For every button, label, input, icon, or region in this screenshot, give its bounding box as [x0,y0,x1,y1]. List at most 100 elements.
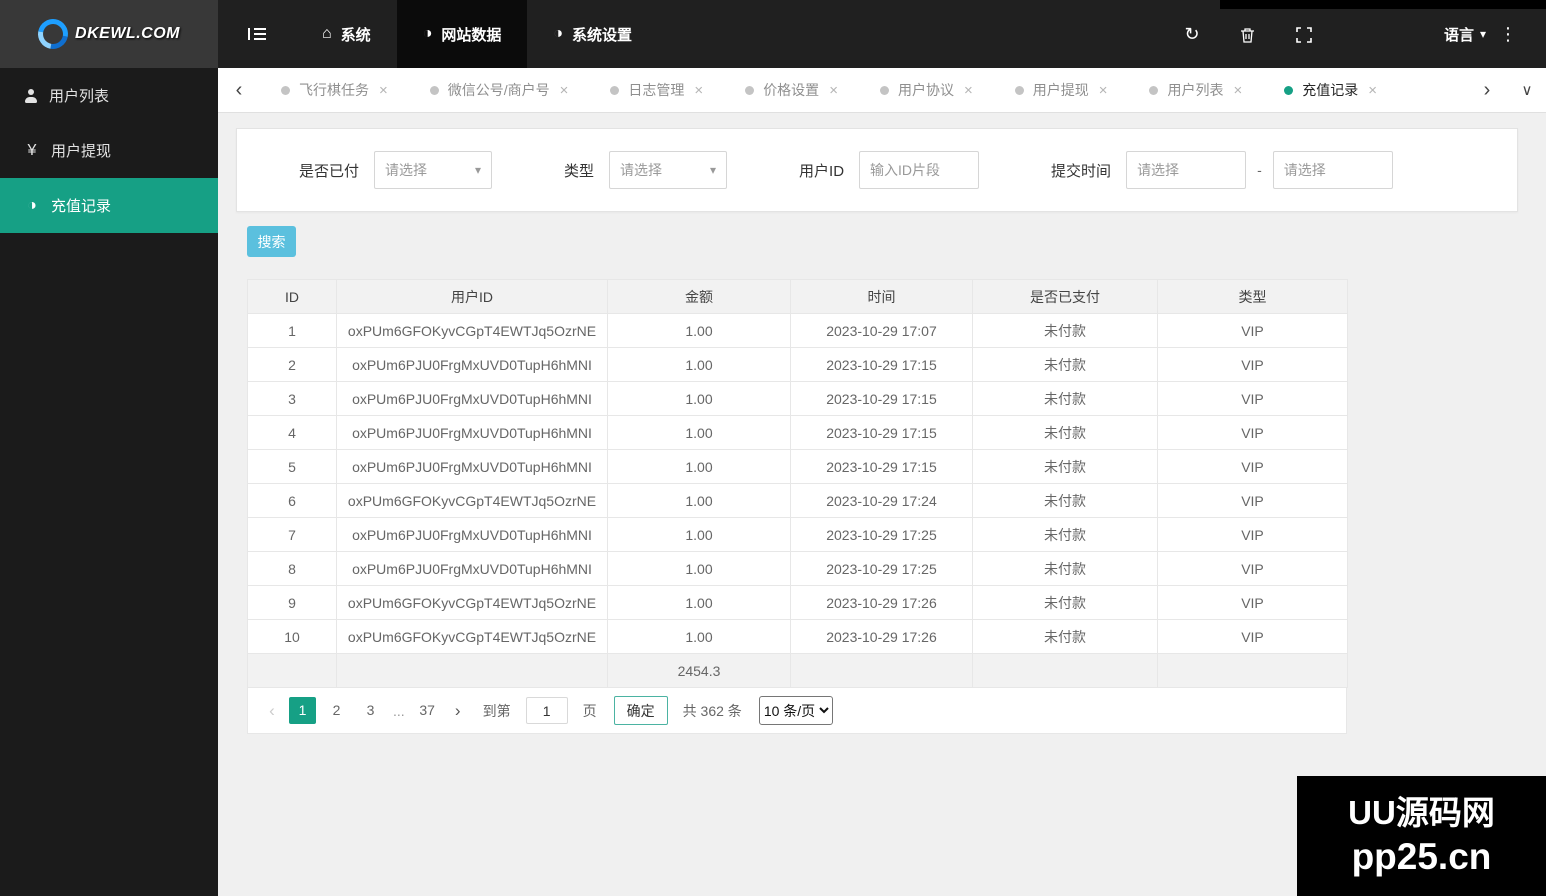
cell-user-id: oxPUm6GFOKyvCGpT4EWTJq5OzrNE [336,313,608,348]
goto-page-input[interactable] [525,697,568,724]
cell-time: 2023-10-29 17:24 [790,483,973,518]
fullscreen-icon[interactable] [1276,24,1332,45]
cell-amount: 1.00 [607,551,791,586]
tab-user-agreement[interactable]: 用户协议 × [859,68,994,112]
menu-toggle-button[interactable] [218,0,296,68]
paid-filter-select[interactable]: 请选择 ▾ [374,151,493,189]
tab-close-icon[interactable]: × [1233,82,1242,99]
tab-dot-icon [1014,85,1024,95]
cell-id: 9 [247,585,337,620]
sidebar-item-recharge-records[interactable]: ◑ 充值记录 [0,178,218,233]
tab-dot-icon [1284,85,1294,95]
tab-close-icon[interactable]: × [1099,82,1108,99]
table-total-row: 2454.3 [247,653,1348,688]
time-from-input[interactable] [1126,151,1247,189]
search-button[interactable]: 搜索 [247,226,296,257]
tab-scroll-right-button[interactable]: › [1466,79,1508,102]
table-row: 8 oxPUm6PJU0FrgMxUVD0TupH6hMNI 1.00 2023… [247,551,1348,586]
sidebar-item-label: 用户提现 [51,143,112,160]
tab-close-icon[interactable]: × [829,82,838,99]
paid-filter-label: 是否已付 [299,162,360,180]
cell-type: VIP [1157,517,1348,552]
page-button-2[interactable]: 2 [323,697,350,724]
nav-item-system-settings[interactable]: ◑ 系统设置 [527,0,658,68]
cell-type: VIP [1157,449,1348,484]
table-row: 5 oxPUm6PJU0FrgMxUVD0TupH6hMNI 1.00 2023… [247,449,1348,484]
cell-user-id: oxPUm6GFOKyvCGpT4EWTJq5OzrNE [336,619,608,654]
time-to-input[interactable] [1272,151,1393,189]
tab-dot-icon [1149,85,1159,95]
sidebar-item-user-list[interactable]: 用户列表 [0,68,218,123]
trash-icon[interactable] [1220,24,1276,45]
tab-wechat-merchant[interactable]: 微信公号/商户号 × [409,68,590,112]
cell-type: VIP [1157,585,1348,620]
total-amount: 2454.3 [607,653,791,688]
tab-dot-icon [879,85,889,95]
total-count-label: 共 362 条 [682,702,742,719]
cell-amount: 1.00 [607,347,791,382]
tab-price-settings[interactable]: 价格设置 × [724,68,859,112]
userid-filter-label: 用户ID [799,162,845,180]
table-row: 1 oxPUm6GFOKyvCGpT4EWTJq5OzrNE 1.00 2023… [247,313,1348,348]
half-circle-icon: ◑ [422,25,433,42]
tab-recharge-records[interactable]: 充值记录 × [1263,68,1398,112]
cell-paid-status: 未付款 [972,449,1158,484]
page-button-37[interactable]: 37 [414,697,441,724]
table-row: 2 oxPUm6PJU0FrgMxUVD0TupH6hMNI 1.00 2023… [247,347,1348,382]
tab-close-icon[interactable]: × [560,82,569,99]
tab-user-list[interactable]: 用户列表 × [1128,68,1263,112]
next-page-chevron-right-icon[interactable]: › [448,701,468,721]
nav-item-site-data[interactable]: ◑ 网站数据 [396,0,528,68]
cell-time: 2023-10-29 17:25 [790,517,973,552]
tab-close-icon[interactable]: × [694,82,703,99]
page-size-select[interactable]: 10 条/页 [758,696,833,725]
nav-item-system[interactable]: ⌂ 系统 [296,0,397,68]
cell-time: 2023-10-29 17:07 [790,313,973,348]
refresh-icon[interactable]: ↻ [1164,24,1220,45]
page-button-3[interactable]: 3 [357,697,384,724]
half-circle-icon: ◑ [553,25,564,42]
page-ellipsis: ... [393,702,405,719]
caret-down-icon: ▾ [710,163,717,177]
userid-filter-input[interactable] [859,151,980,189]
tab-list: 飞行棋任务 × 微信公号/商户号 × 日志管理 × 价格设置 × 用户协议 × … [260,68,1466,112]
cell-id: 1 [247,313,337,348]
sidebar-item-label: 充值记录 [51,198,112,215]
more-menu-icon[interactable]: ⋮ [1486,24,1530,45]
cell-amount: 1.00 [607,585,791,620]
type-filter-select[interactable]: 请选择 ▾ [609,151,728,189]
cell-amount: 1.00 [607,415,791,450]
cell-id: 4 [247,415,337,450]
cell-type: VIP [1157,483,1348,518]
cell-paid-status: 未付款 [972,415,1158,450]
tab-label: 飞行棋任务 [299,82,369,98]
page-unit-label: 页 [582,702,597,719]
tab-collapse-button[interactable]: ∨ [1508,81,1546,99]
header-type: 类型 [1157,279,1348,314]
cell-id: 6 [247,483,337,518]
page-button-1[interactable]: 1 [289,697,316,724]
watermark-line1: UU源码网 [1348,794,1495,832]
cell-time: 2023-10-29 17:15 [790,381,973,416]
tab-label: 用户协议 [897,82,954,98]
cell-user-id: oxPUm6PJU0FrgMxUVD0TupH6hMNI [336,415,608,450]
select-value: 请选择 [385,162,428,178]
tab-flight-chess-tasks[interactable]: 飞行棋任务 × [260,68,409,112]
tab-user-withdraw[interactable]: 用户提现 × [994,68,1129,112]
cell-paid-status: 未付款 [972,381,1158,416]
cell-user-id: oxPUm6PJU0FrgMxUVD0TupH6hMNI [336,551,608,586]
language-dropdown[interactable]: 语言 ▾ [1444,24,1486,45]
tab-scroll-left-button[interactable]: ‹ [218,79,260,102]
tab-log-management[interactable]: 日志管理 × [589,68,724,112]
prev-page-chevron-left-icon[interactable]: ‹ [262,701,282,721]
records-table: ID 用户ID 金额 时间 是否已支付 类型 1 oxPUm6GFOKyvCGp… [247,279,1348,688]
tab-close-icon[interactable]: × [1368,82,1377,99]
cell-paid-status: 未付款 [972,517,1158,552]
tab-close-icon[interactable]: × [964,82,973,99]
tab-dot-icon [281,85,290,95]
nav-label: 系统 [340,26,371,44]
cell-time: 2023-10-29 17:26 [790,619,973,654]
tab-close-icon[interactable]: × [379,82,388,99]
sidebar-item-user-withdraw[interactable]: ¥ 用户提现 [0,123,218,178]
confirm-button[interactable]: 确定 [613,696,668,725]
